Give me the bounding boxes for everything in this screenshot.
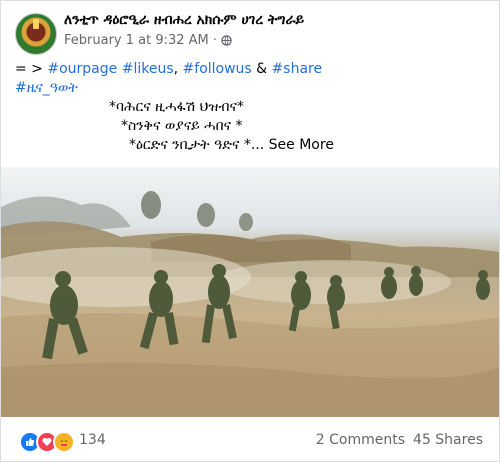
- hashtag-zena-awet[interactable]: #ዜና_ዓወት: [15, 80, 78, 96]
- caption-line-5: *ዕርድና ንቢታት ዓድና *... See More: [15, 136, 485, 155]
- post-header: ለንቲጥ ዳዕሮዒራ ዘብሐረ አክሱም ሀገረ ትግራይ February 1…: [15, 12, 485, 55]
- post-footer: 134 2 Comments 45 Shares: [19, 429, 483, 453]
- hashtag-ourpage[interactable]: #ourpage: [47, 61, 117, 77]
- post-date-link[interactable]: February 1 at 9:32 AM: [64, 33, 209, 48]
- caption-line-3: *ባሕርና ዚሓፋሽ ህዝብና*: [109, 99, 244, 115]
- caption-prefix: = >: [15, 61, 48, 77]
- facebook-post: ለንቲጥ ዳዕሮዒራ ዘብሐረ አክሱም ሀገረ ትግራይ February 1…: [0, 0, 500, 462]
- comments-count-link[interactable]: 2 Comments: [316, 432, 405, 448]
- caption-line-1: = > #ourpage #likeus, #followus & #share: [15, 60, 485, 79]
- globe-icon: [221, 35, 232, 46]
- post-meta: February 1 at 9:32 AM ·: [64, 33, 232, 48]
- shares-count-link[interactable]: 45 Shares: [413, 432, 483, 448]
- caption-line-2: #ዜና_ዓወት: [15, 79, 485, 98]
- reaction-count[interactable]: 134: [79, 432, 106, 448]
- caption-line-5-text: *ዕርድና ንቢታት ዓድና *: [129, 137, 251, 153]
- see-more-link[interactable]: ... See More: [251, 137, 334, 153]
- reactions-summary[interactable]: [19, 431, 75, 453]
- hashtag-share[interactable]: #share: [272, 61, 323, 77]
- hashtag-likeus[interactable]: #likeus: [122, 61, 174, 77]
- post-stats: 2 Comments 45 Shares: [316, 432, 483, 448]
- caption-separator: ,: [173, 61, 183, 77]
- post-photo-scene: [1, 191, 499, 417]
- caption-line-4: *ስንቅና ወያናይ ሓበና *: [121, 118, 243, 134]
- meta-separator: ·: [212, 33, 217, 48]
- post-photo[interactable]: [1, 167, 499, 417]
- page-avatar[interactable]: [15, 13, 57, 55]
- post-caption: = > #ourpage #likeus, #followus & #share…: [15, 60, 485, 155]
- page-name-link[interactable]: ለንቲጥ ዳዕሮዒራ ዘብሐረ አክሱም ሀገረ ትግራይ: [64, 12, 304, 28]
- care-icon: [53, 431, 75, 453]
- caption-ampersand: &: [251, 61, 272, 77]
- hashtag-followus[interactable]: #followus: [183, 61, 252, 77]
